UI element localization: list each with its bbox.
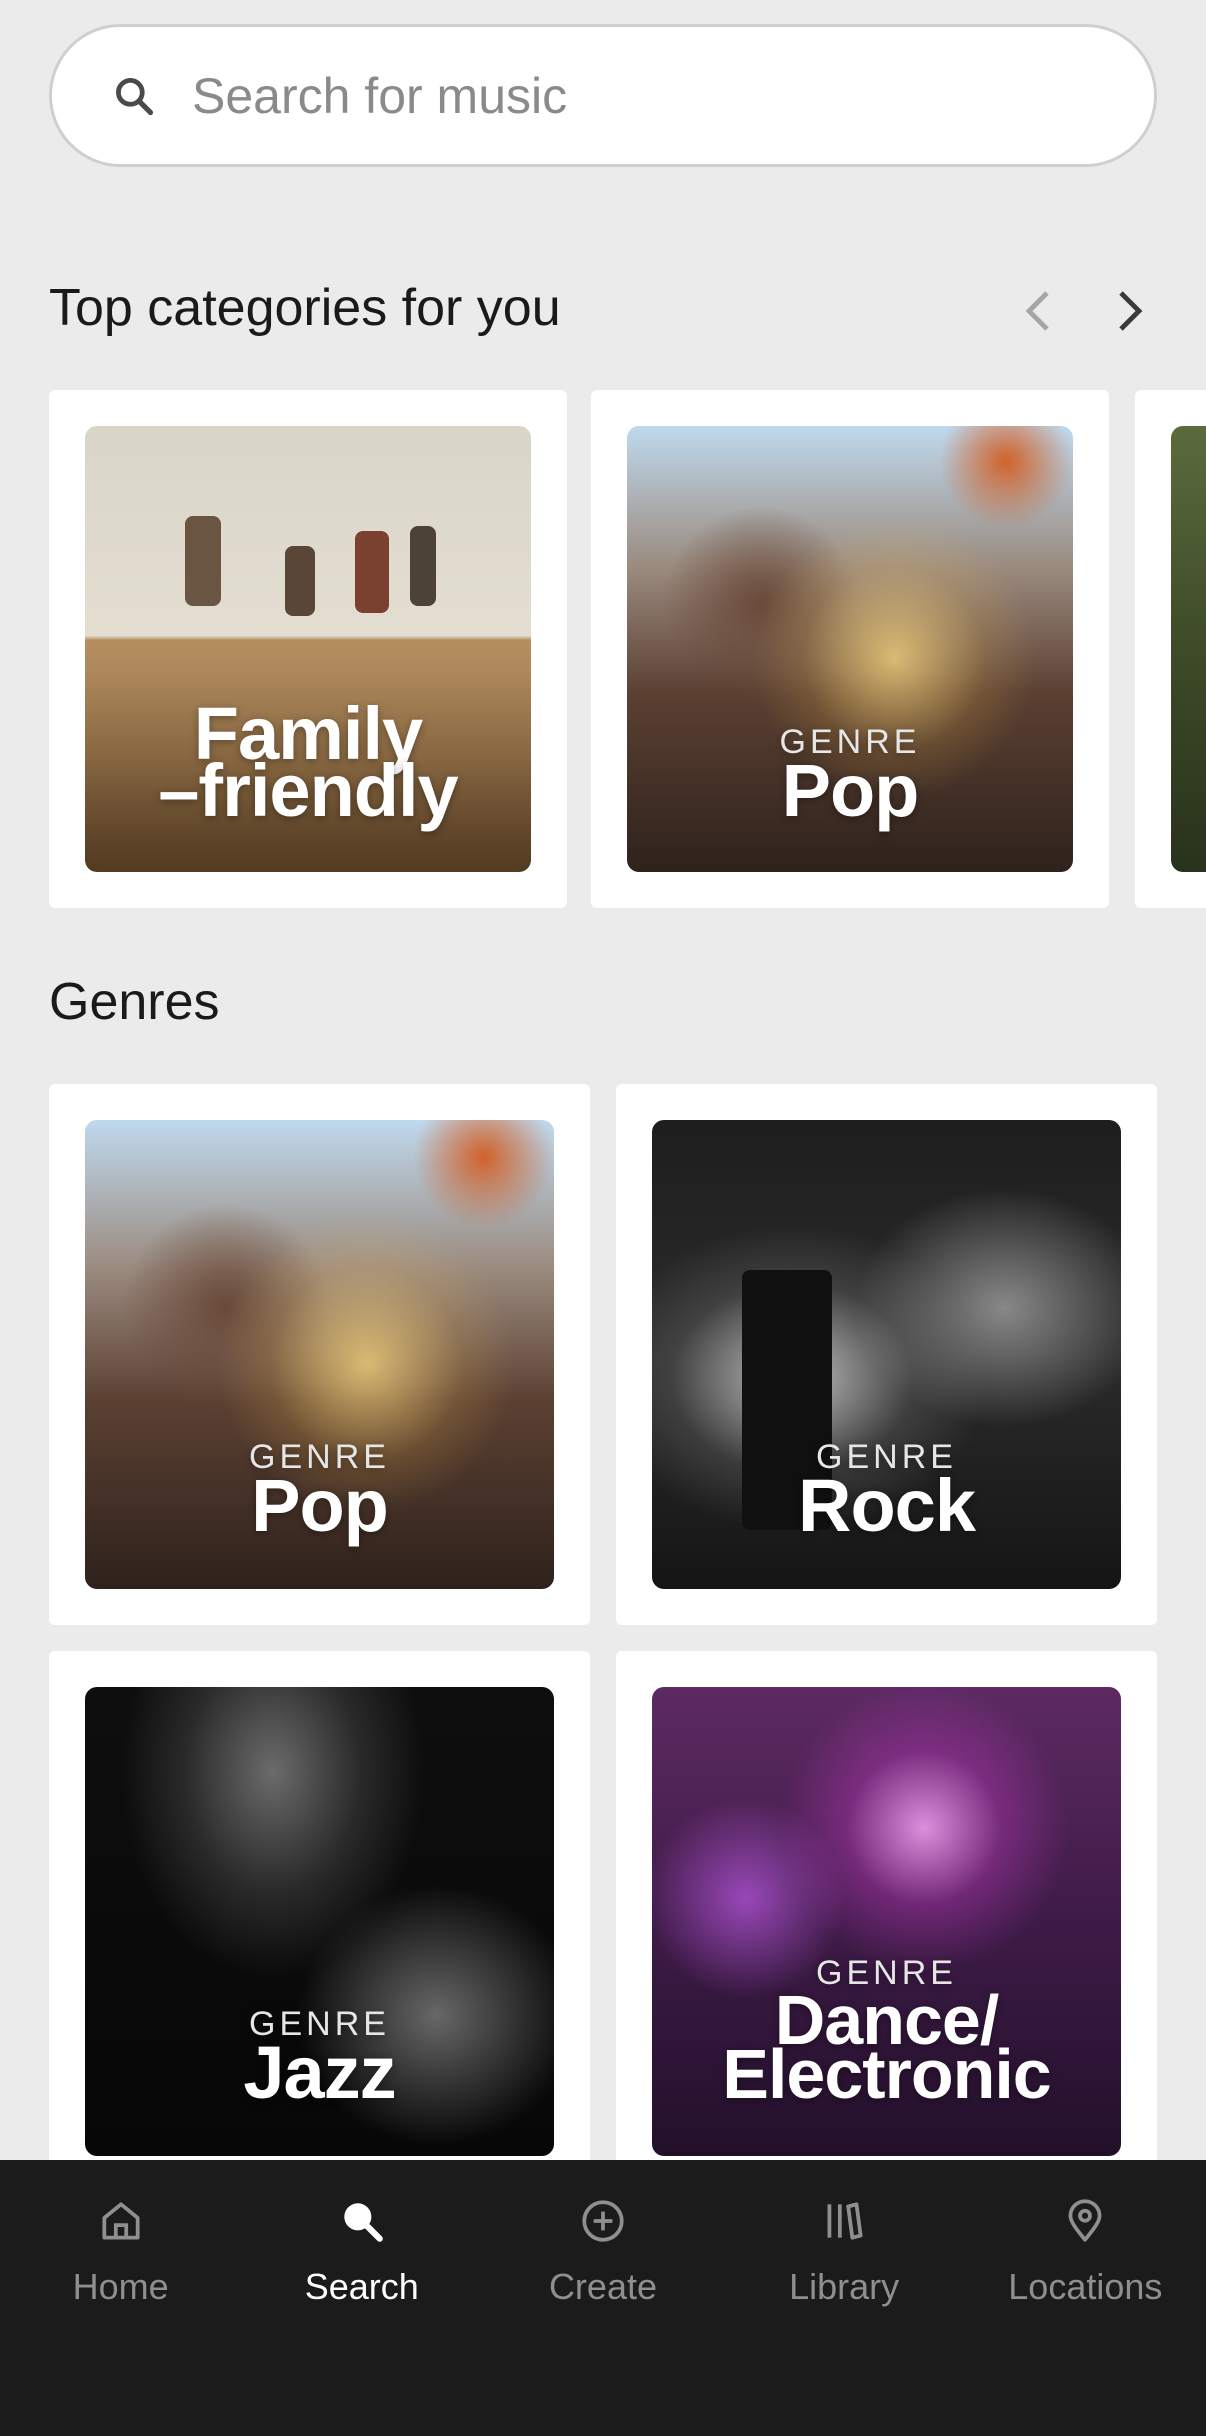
search-icon xyxy=(344,2203,383,2242)
home-icon xyxy=(102,2202,140,2240)
library-icon xyxy=(827,2202,863,2240)
bottom-nav: Home Search Create Library Locations xyxy=(0,2160,1206,2436)
nav-search-label: Search xyxy=(304,2266,419,2307)
nav-home[interactable]: Home xyxy=(21,2196,221,2308)
category-card-partial[interactable] xyxy=(1135,390,1206,908)
chevron-right-icon xyxy=(1119,291,1143,331)
genre-dance-title-line2: Electronic xyxy=(722,2035,1051,2114)
nav-create-label: Create xyxy=(548,2266,657,2307)
nav-locations[interactable]: Locations xyxy=(985,2196,1185,2308)
genre-card-rock[interactable]: GENRE Rock xyxy=(616,1084,1157,1625)
genre-dance-label: GENRE Dance/ Electronic xyxy=(616,1954,1157,2114)
top-categories-title: Top categories for you xyxy=(49,279,561,337)
genre-card-pop[interactable]: GENRE Pop xyxy=(49,1084,590,1625)
top-categories-carousel[interactable]: Family –friendly GENRE Pop xyxy=(0,390,1206,910)
genre-rock-label: GENRE Rock xyxy=(616,1438,1157,1548)
search-input[interactable] xyxy=(192,66,1012,125)
nav-library[interactable]: Library xyxy=(744,2196,944,2308)
carousel-arrows xyxy=(1012,282,1156,340)
carousel-next-button[interactable] xyxy=(1106,282,1156,340)
nav-search[interactable]: Search xyxy=(262,2196,462,2308)
genre-pop-label: GENRE Pop xyxy=(49,1438,590,1548)
family-friendly-label: Family –friendly xyxy=(49,696,567,833)
genres-title: Genres xyxy=(49,973,220,1031)
genre-jazz-title: Jazz xyxy=(243,2031,396,2115)
partial-card-image xyxy=(1171,426,1206,872)
nav-library-label: Library xyxy=(789,2266,900,2307)
nav-home-label: Home xyxy=(72,2266,169,2307)
category-card-family-friendly[interactable]: Family –friendly xyxy=(49,390,567,908)
search-icon xyxy=(116,77,154,115)
nav-create[interactable]: Create xyxy=(503,2196,703,2308)
family-friendly-title-line2: –friendly xyxy=(158,749,458,833)
genre-card-jazz[interactable]: GENRE Jazz xyxy=(49,1651,590,2192)
search-bar[interactable] xyxy=(49,24,1157,167)
genre-card-dance-electronic[interactable]: GENRE Dance/ Electronic xyxy=(616,1651,1157,2192)
chevron-left-icon xyxy=(1025,291,1049,331)
genre-jazz-label: GENRE Jazz xyxy=(49,2005,590,2115)
nav-locations-label: Locations xyxy=(1008,2266,1163,2307)
pop-title: Pop xyxy=(781,749,920,833)
location-pin-icon xyxy=(1068,2199,1102,2242)
carousel-prev-button[interactable] xyxy=(1012,282,1062,340)
genre-pop-title: Pop xyxy=(251,1464,389,1548)
pop-label: GENRE Pop xyxy=(591,723,1109,833)
plus-circle-icon xyxy=(582,2200,624,2242)
genre-rock-title: Rock xyxy=(798,1464,976,1548)
category-card-pop[interactable]: GENRE Pop xyxy=(591,390,1109,908)
